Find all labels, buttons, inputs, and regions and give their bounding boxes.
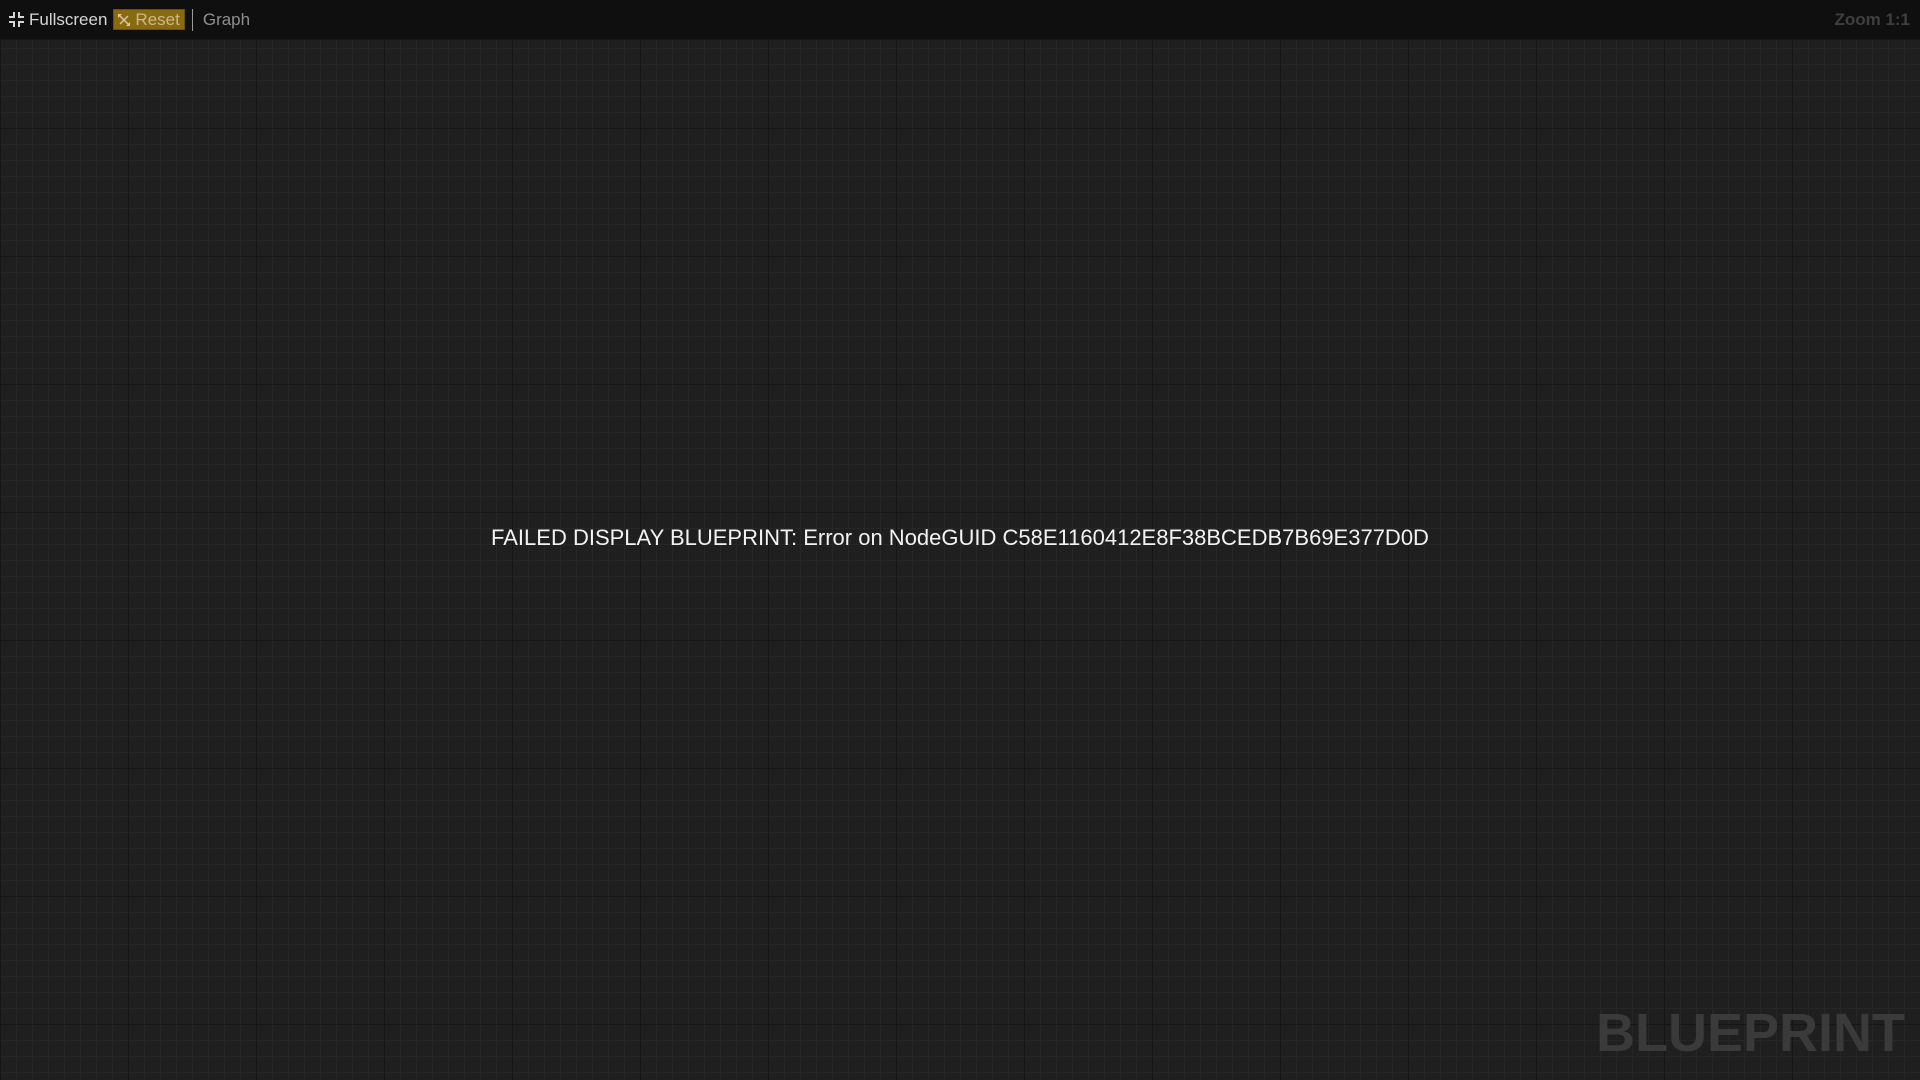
graph-canvas[interactable]: FAILED DISPLAY BLUEPRINT: Error on NodeG… [0, 40, 1920, 1080]
reset-button[interactable]: Reset [113, 9, 185, 30]
error-message: FAILED DISPLAY BLUEPRINT: Error on NodeG… [491, 525, 1429, 550]
toolbar: Fullscreen Reset Graph Zoom 1:1 [0, 0, 1920, 40]
reset-arrows-icon [117, 13, 131, 27]
blueprint-watermark: BLUEPRINT [1596, 1003, 1905, 1063]
fullscreen-button[interactable]: Fullscreen [9, 9, 107, 31]
toolbar-divider [191, 8, 193, 31]
zoom-readout: Zoom 1:1 [1834, 10, 1910, 29]
fullscreen-collapse-icon [9, 12, 24, 27]
reset-label: Reset [135, 9, 180, 29]
fullscreen-label: Fullscreen [29, 9, 108, 29]
graph-tab[interactable]: Graph [203, 10, 250, 30]
blueprint-viewer: Fullscreen Reset Graph Zoom 1:1 FAILED D… [0, 0, 1920, 1080]
